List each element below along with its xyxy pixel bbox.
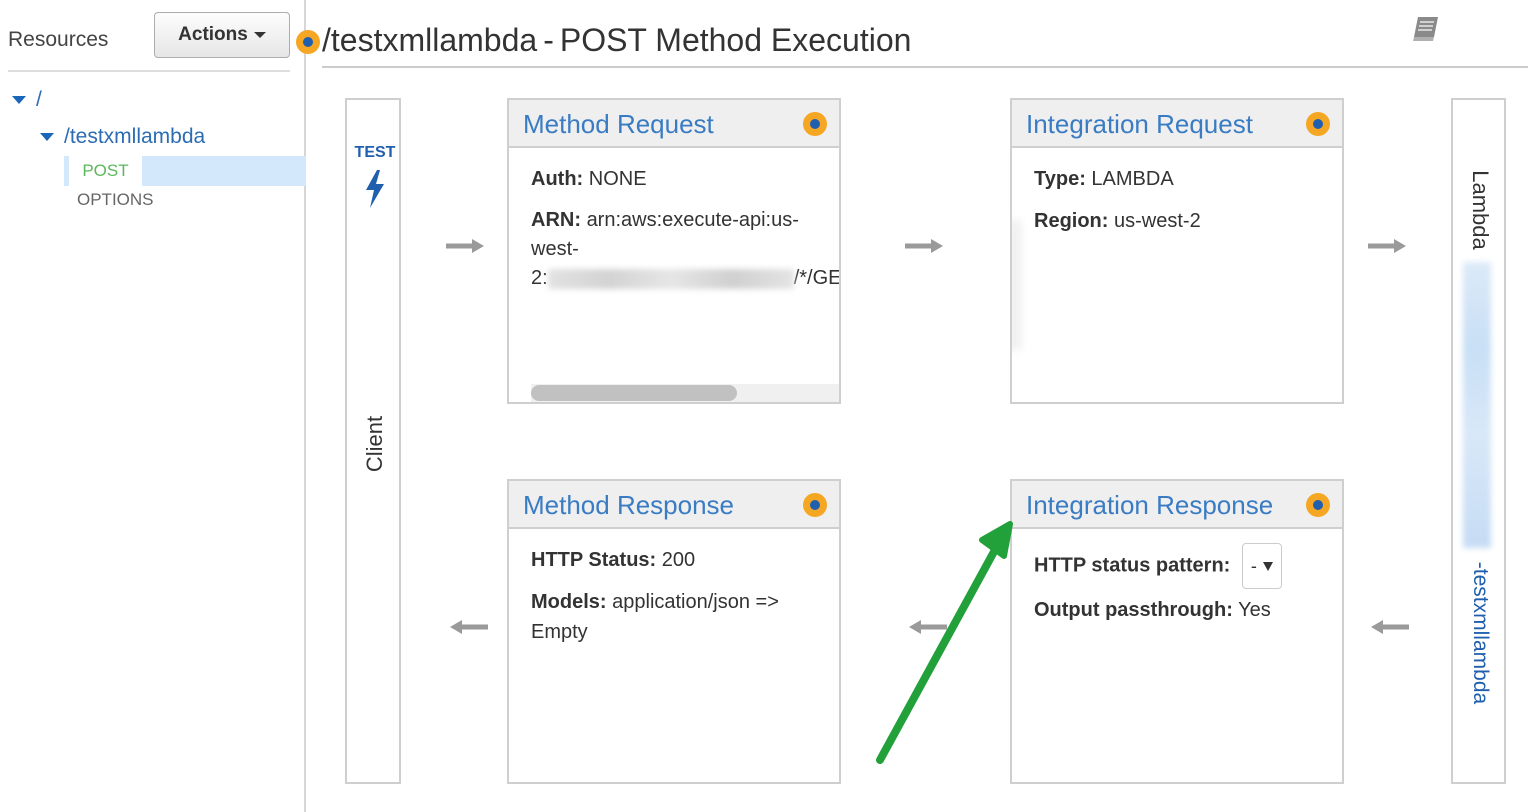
header-divider xyxy=(322,66,1528,68)
orange-dot-icon xyxy=(803,112,827,136)
lambda-function-link[interactable]: -testxmllambda xyxy=(1468,562,1492,704)
expand-caret-icon[interactable] xyxy=(12,96,26,104)
dot-center xyxy=(810,500,820,510)
page-title-method: POST xyxy=(559,22,647,58)
orange-dot-icon xyxy=(803,493,827,517)
http-status-label: HTTP Status: xyxy=(531,549,657,571)
type-label: Type: xyxy=(1034,168,1086,190)
tree-item-root-label: / xyxy=(36,88,42,111)
actions-button[interactable]: Actions xyxy=(154,12,290,58)
method-request-link[interactable]: Method Request xyxy=(523,109,714,140)
caret-down-icon xyxy=(253,32,266,38)
divider xyxy=(8,70,290,72)
arn-value-line2: west- xyxy=(531,238,579,260)
page-title-path: /testxmllambda xyxy=(322,22,538,58)
arn-label: ARN: xyxy=(531,209,581,231)
redacted-account-id xyxy=(547,268,794,289)
region-row: Region: us-west-2 xyxy=(1034,206,1320,236)
card-header: Method Response xyxy=(509,481,839,529)
arrow-left-icon xyxy=(909,620,947,634)
scrollbar-thumb[interactable] xyxy=(531,385,737,401)
tree-item-testxmllambda[interactable]: /testxmllambda xyxy=(40,125,205,149)
book-icon[interactable] xyxy=(1410,14,1444,44)
client-column: TEST Client xyxy=(345,98,401,784)
card-body: Type: LAMBDA Region: us-west-2 xyxy=(1012,148,1342,236)
type-value: LAMBDA xyxy=(1091,168,1174,190)
integration-request-link[interactable]: Integration Request xyxy=(1026,109,1253,140)
tree-item-resource-label: /testxmllambda xyxy=(64,125,206,148)
lambda-label: Lambda xyxy=(1468,170,1493,250)
models-value: application/json => xyxy=(612,591,779,613)
tree-item-root[interactable]: / xyxy=(12,88,42,112)
method-response-link[interactable]: Method Response xyxy=(523,490,734,521)
status-dot-icon xyxy=(296,30,320,54)
auth-row: Auth: NONE xyxy=(531,164,817,194)
lightning-bolt-icon[interactable] xyxy=(363,170,387,208)
models-value-2: Empty xyxy=(531,621,588,643)
auth-label: Auth: xyxy=(531,168,584,190)
auth-value: NONE xyxy=(588,168,647,190)
method-response-card: Method Response HTTP Status: 200 Models:… xyxy=(507,479,841,784)
orange-dot-icon xyxy=(1306,493,1330,517)
arrow-right-icon xyxy=(1368,239,1406,253)
card-header: Integration Request xyxy=(1012,100,1342,148)
horizontal-scrollbar[interactable] xyxy=(531,384,839,402)
method-request-card: Method Request Auth: NONE ARN: arn:aws:e… xyxy=(507,98,841,404)
page-title-separator: - xyxy=(543,22,554,58)
http-status-row: HTTP Status: 200 xyxy=(531,545,817,575)
page-title: /testxmllambda - POST Method Execution xyxy=(322,22,911,59)
output-passthrough-row: Output passthrough: Yes xyxy=(1034,595,1320,625)
card-body: Auth: NONE ARN: arn:aws:execute-api:us- … xyxy=(509,148,839,293)
arn-suffix: /*/GE xyxy=(793,267,841,289)
status-pattern-select[interactable]: - xyxy=(1241,543,1282,589)
tree-item-post[interactable]: POST xyxy=(64,156,306,186)
output-passthrough-label: Output passthrough: xyxy=(1034,599,1233,621)
status-pattern-value: - xyxy=(1250,555,1257,576)
tree-item-options[interactable]: OPTIONS xyxy=(77,190,154,210)
dropdown-arrow-icon xyxy=(1262,561,1273,571)
dot-center xyxy=(1313,119,1323,129)
redacted-function-name xyxy=(1463,262,1491,548)
card-header: Method Request xyxy=(509,100,839,148)
redacted-area xyxy=(1012,220,1022,350)
arrow-left-icon xyxy=(450,620,488,634)
http-status-value: 200 xyxy=(661,549,696,571)
integration-response-link[interactable]: Integration Response xyxy=(1026,490,1273,521)
models-row: Models: application/json => Empty xyxy=(531,587,817,647)
region-value: us-west-2 xyxy=(1114,210,1201,232)
integration-request-card: Integration Request Type: LAMBDA Region:… xyxy=(1010,98,1344,404)
models-label: Models: xyxy=(531,591,607,613)
arn-value-line1: arn:aws:execute-api:us- xyxy=(586,209,799,231)
test-link[interactable]: TEST xyxy=(351,144,399,162)
type-row: Type: LAMBDA xyxy=(1034,164,1320,194)
integration-response-card: Integration Response HTTP status pattern… xyxy=(1010,479,1344,784)
arrow-left-icon xyxy=(1371,620,1409,634)
card-body: HTTP Status: 200 Models: application/jso… xyxy=(509,529,839,647)
arrow-right-icon xyxy=(905,239,943,253)
expand-caret-icon[interactable] xyxy=(40,133,54,141)
actions-button-label: Actions xyxy=(178,24,248,45)
status-pattern-row: HTTP status pattern: - xyxy=(1034,543,1320,589)
status-pattern-label: HTTP status pattern: xyxy=(1034,554,1231,577)
arrow-right-icon xyxy=(446,239,484,253)
card-header: Integration Response xyxy=(1012,481,1342,529)
region-label: Region: xyxy=(1034,210,1109,232)
orange-dot-icon xyxy=(1306,112,1330,136)
arn-prefix: 2: xyxy=(531,267,548,289)
resources-title: Resources xyxy=(8,28,109,51)
dot-center xyxy=(810,119,820,129)
lambda-column: Lambda -testxmllambda xyxy=(1451,98,1506,784)
dot-center xyxy=(1313,500,1323,510)
arn-row: ARN: arn:aws:execute-api:us- west- 2: /*/… xyxy=(531,206,839,293)
resources-panel: Resources Actions / /testxmllambda POST … xyxy=(0,0,306,812)
output-passthrough-value: Yes xyxy=(1238,599,1271,621)
client-label: Client xyxy=(362,415,387,473)
card-body: HTTP status pattern: - Output passthroug… xyxy=(1012,529,1342,625)
method-post-label[interactable]: POST xyxy=(66,156,142,186)
dot-center xyxy=(303,37,313,47)
page-title-suffix: Method Execution xyxy=(655,22,912,58)
